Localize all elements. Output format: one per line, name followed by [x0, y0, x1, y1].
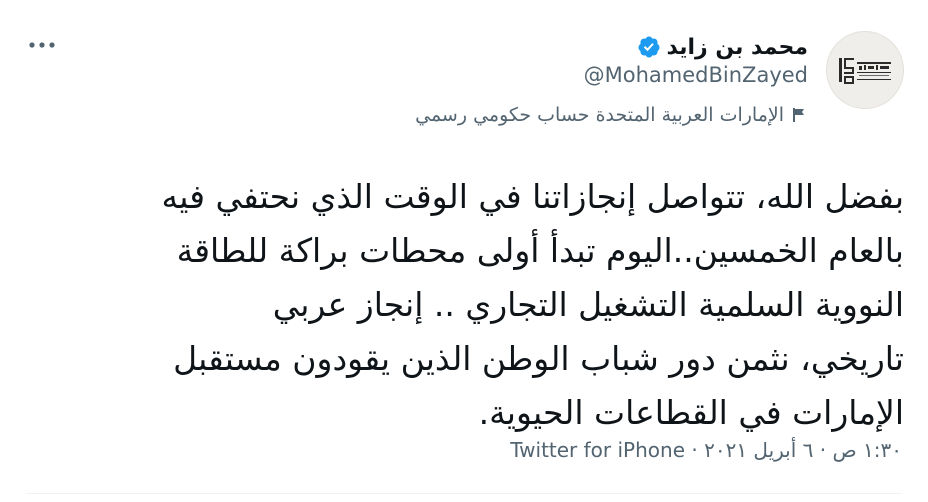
year-of-the-fiftieth-logo-icon	[839, 58, 891, 84]
tweet-time[interactable]: ١:٣٠ ص	[832, 438, 902, 462]
display-name[interactable]: محمد بن زايد	[667, 35, 809, 60]
avatar[interactable]	[826, 31, 904, 109]
meta-separator: ·	[691, 438, 698, 462]
tweet-line: بفضل الله، تتواصل إنجازاتنا في الوقت الذ…	[161, 177, 904, 216]
government-account-label[interactable]: الإمارات العربية المتحدة حساب حكومي رسمي	[415, 104, 808, 126]
divider	[26, 493, 902, 494]
more-options-button[interactable]	[24, 31, 60, 59]
tweet-line: تاريخي، نثمن دور شباب الوطن الذين يقودون…	[173, 339, 904, 378]
tweet-header: محمد بن زايد	[637, 30, 809, 64]
tweet-meta: ١:٣٠ ص · ٦ أبريل ٢٠٢١ · Twitter for iPho…	[510, 438, 902, 462]
tweet-line: بالعام الخمسين..اليوم تبدأ أولى محطات بر…	[176, 231, 904, 270]
tweet-text: بفضل الله، تتواصل إنجازاتنا في الوقت الذ…	[24, 170, 904, 440]
meta-separator: ·	[819, 438, 827, 462]
tweet-date[interactable]: ٦ أبريل ٢٠٢١	[704, 438, 813, 462]
name-row: محمد بن زايد	[637, 30, 809, 64]
tweet-line: الإمارات في القطاعات الحيوية.	[478, 393, 904, 432]
author-handle[interactable]: @MohamedBinZayed	[584, 63, 808, 87]
tweet-card: محمد بن زايد @MohamedBinZayed الإمارات ا…	[0, 0, 928, 502]
flag-icon	[790, 106, 808, 124]
tweet-source[interactable]: Twitter for iPhone	[510, 438, 685, 462]
more-dots-icon	[29, 42, 55, 48]
tweet-line: النووية السلمية التشغيل التجاري .. إنجاز…	[272, 285, 904, 324]
verified-badge-icon	[637, 35, 661, 59]
government-account-text: الإمارات العربية المتحدة حساب حكومي رسمي	[415, 104, 784, 126]
